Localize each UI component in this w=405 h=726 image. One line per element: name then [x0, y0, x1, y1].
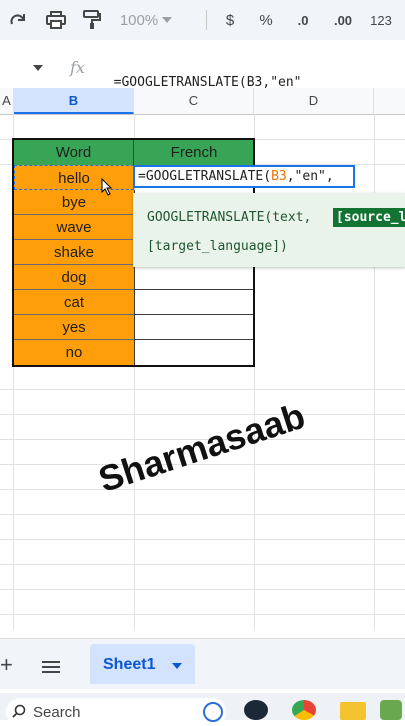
word-cell[interactable]: shake — [14, 240, 134, 265]
grid-line — [0, 614, 405, 615]
bing-icon[interactable] — [203, 702, 223, 722]
toolbar-divider — [206, 10, 207, 30]
zoom-select[interactable]: 100% — [118, 6, 174, 34]
column-header-a[interactable]: A — [0, 88, 14, 114]
function-help-tooltip — [133, 193, 405, 267]
word-cell[interactable]: bye — [14, 190, 134, 215]
editor-prefix: =GOOGLETRANSLATE( — [138, 169, 272, 184]
percent-format-button[interactable]: % — [254, 6, 278, 34]
french-cell[interactable] — [134, 290, 254, 315]
watermark-text: Sharmasaab — [93, 394, 310, 501]
steam-icon[interactable] — [244, 700, 268, 720]
grid-line — [0, 414, 405, 415]
app-icon[interactable] — [380, 700, 402, 720]
grid-line — [0, 389, 405, 390]
editor-suffix: ,"en", — [286, 169, 334, 184]
name-box-dropdown-icon[interactable] — [33, 65, 43, 71]
sheet-tab-label: Sheet1 — [103, 656, 156, 673]
header-cell-french[interactable]: French — [134, 139, 254, 165]
function-signature: GOOGLETRANSLATE(text, — [147, 210, 312, 225]
column-header-c[interactable]: C — [134, 88, 254, 114]
editor-cell-reference: B3 — [271, 169, 287, 184]
grid-line — [374, 114, 375, 630]
mouse-cursor-icon — [101, 178, 113, 196]
decrease-decimal-button[interactable]: .0 — [288, 6, 318, 34]
increase-decimal-button[interactable]: .00 — [328, 6, 358, 34]
increase-decimal-label: .00 — [333, 12, 353, 28]
grid-line — [0, 539, 405, 540]
word-cell[interactable]: hello — [14, 165, 134, 190]
file-explorer-icon[interactable] — [340, 702, 366, 720]
grid-line — [0, 489, 405, 490]
grid-line — [254, 114, 255, 630]
print-icon[interactable] — [42, 6, 70, 34]
header-cell-word[interactable]: Word — [14, 139, 134, 165]
zoom-value: 100% — [119, 11, 159, 29]
french-cell[interactable] — [134, 265, 254, 290]
function-signature-continued: [target_language]) — [147, 239, 288, 254]
redo-icon[interactable] — [4, 6, 32, 34]
active-argument: [source_l — [333, 208, 405, 227]
search-placeholder: Search — [33, 704, 81, 721]
sheet-menu-chevron-icon[interactable] — [172, 663, 182, 669]
french-cell[interactable] — [134, 315, 254, 340]
sheet-tabs-bar — [0, 638, 405, 689]
word-cell[interactable]: no — [14, 340, 134, 366]
grid-line — [0, 514, 405, 515]
add-sheet-button[interactable]: + — [0, 652, 13, 678]
french-cell[interactable] — [134, 340, 254, 366]
search-icon — [12, 704, 26, 718]
word-cell[interactable]: yes — [14, 315, 134, 340]
grid-line — [0, 564, 405, 565]
all-sheets-menu-icon[interactable] — [42, 660, 60, 674]
column-header-b[interactable]: B — [14, 88, 134, 114]
word-cell[interactable]: wave — [14, 215, 134, 240]
cell-editor[interactable]: =GOOGLETRANSLATE(B3,"en", — [133, 165, 355, 188]
formula-input[interactable]: =GOOGLETRANSLATE(B3,"en" — [98, 60, 302, 90]
paint-format-icon[interactable] — [78, 6, 106, 34]
word-cell[interactable]: cat — [14, 290, 134, 315]
currency-format-button[interactable]: $ — [218, 6, 242, 34]
chevron-down-icon — [162, 17, 173, 23]
chrome-icon[interactable] — [292, 700, 316, 720]
column-header-d[interactable]: D — [254, 88, 374, 114]
word-cell[interactable]: dog — [14, 265, 134, 290]
fx-icon: fx — [70, 58, 85, 77]
decrease-decimal-label: .0 — [297, 12, 309, 28]
grid-line — [0, 589, 405, 590]
number-format-button[interactable]: 123 — [366, 6, 396, 34]
